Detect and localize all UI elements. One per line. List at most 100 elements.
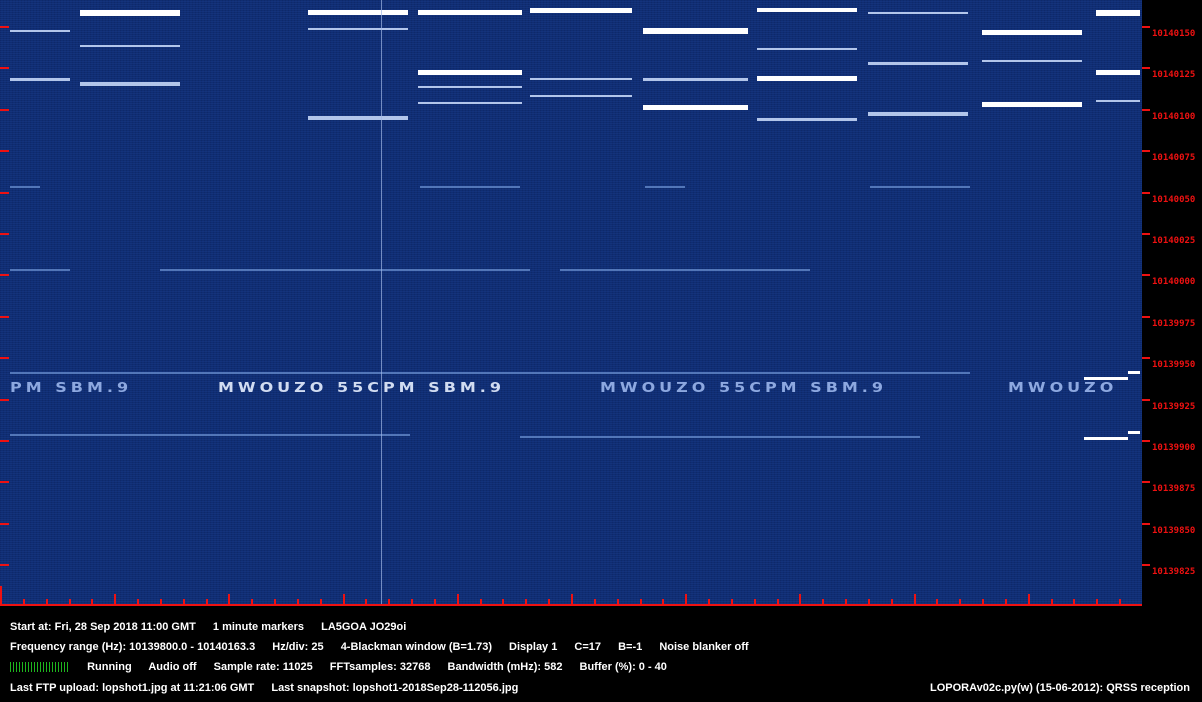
signal-trace [982, 60, 1082, 62]
frequency-tick [0, 481, 9, 483]
frequency-range: Frequency range (Hz): 10139800.0 - 10140… [10, 641, 256, 653]
time-tick [297, 599, 299, 604]
spectrogram-panel: PM SBM.9 MWOUZO 55CPM SBM.9 MWOUZO 55CPM… [0, 0, 1202, 619]
time-tick [1073, 599, 1075, 604]
beacon-ident: PM SBM.9 [10, 379, 133, 396]
carrier-trace [870, 186, 970, 188]
time-tick [457, 594, 459, 604]
time-tick [114, 594, 116, 604]
time-tick [1005, 599, 1007, 604]
frequency-axis [1142, 0, 1202, 606]
status-panel: Start at: Fri, 28 Sep 2018 11:00 GMT 1 m… [0, 606, 1202, 702]
noise-blanker-status: Noise blanker off [659, 641, 749, 653]
signal-trace [308, 10, 408, 15]
frequency-tick [1142, 274, 1150, 276]
time-tick [777, 599, 779, 604]
frequency-tick [1142, 233, 1150, 235]
time-tick [0, 594, 2, 604]
frequency-tick [1142, 192, 1150, 194]
time-tick [434, 599, 436, 604]
frequency-tick [0, 26, 9, 28]
time-tick [1119, 599, 1121, 604]
frequency-tick [0, 109, 9, 111]
time-tick [914, 594, 916, 604]
signal-trace [982, 102, 1082, 107]
frequency-label: 10140050 [1152, 195, 1196, 205]
carrier-trace [560, 269, 810, 271]
time-tick [799, 594, 801, 604]
frequency-tick [0, 150, 9, 152]
signal-trace [1096, 70, 1140, 75]
time-tick [69, 599, 71, 604]
frequency-tick [1142, 109, 1150, 111]
info-row-status: Running Audio off Sample rate: 11025 FFT… [10, 661, 681, 673]
carrier-trace [520, 436, 920, 438]
signal-trace [1128, 431, 1140, 434]
carrier-trace [10, 186, 40, 188]
time-tick [411, 599, 413, 604]
time-tick [845, 599, 847, 604]
signal-trace [643, 78, 748, 81]
frequency-label: 10140075 [1152, 153, 1196, 163]
frequency-label: 10140125 [1152, 70, 1196, 80]
signal-trace [418, 102, 522, 104]
last-ftp-upload: Last FTP upload: lopshot1.jpg at 11:21:0… [10, 682, 255, 694]
signal-trace [530, 78, 632, 80]
time-tick [46, 599, 48, 604]
time-tick [137, 599, 139, 604]
frequency-tick [0, 233, 9, 235]
frequency-label: 10139825 [1152, 567, 1196, 577]
time-tick [160, 599, 162, 604]
time-tick [274, 599, 276, 604]
time-tick [754, 599, 756, 604]
frequency-tick [1142, 26, 1150, 28]
last-snapshot: Last snapshot: lopshot1-2018Sep28-112056… [271, 682, 519, 694]
brightness-value: B=-1 [618, 641, 643, 653]
signal-trace [418, 70, 522, 75]
frequency-tick [1142, 357, 1150, 359]
frequency-label: 10139950 [1152, 360, 1196, 370]
signal-trace [530, 95, 632, 97]
time-tick [982, 599, 984, 604]
marker-interval: 1 minute markers [212, 621, 305, 633]
time-tick [183, 599, 185, 604]
time-tick [959, 599, 961, 604]
frequency-tick [1142, 440, 1150, 442]
frequency-tick [1142, 523, 1150, 525]
signal-trace [757, 48, 857, 50]
running-status: Running [87, 661, 132, 673]
time-tick [388, 599, 390, 604]
time-marker-line [381, 0, 382, 606]
time-tick [343, 594, 345, 604]
beacon-ident: MWOUZO [1008, 379, 1118, 396]
beacon-ident: MWOUZO 55CPM SBM.9 [600, 379, 888, 396]
frequency-tick [0, 192, 9, 194]
signal-trace [80, 45, 180, 47]
time-tick [365, 599, 367, 604]
beacon-ident: MWOUZO 55CPM SBM.9 [218, 379, 506, 396]
frequency-tick [0, 357, 9, 359]
time-tick [662, 599, 664, 604]
signal-trace [757, 118, 857, 121]
time-tick [480, 599, 482, 604]
time-tick [206, 599, 208, 604]
time-tick [320, 599, 322, 604]
fft-samples: FFTsamples: 32768 [329, 661, 431, 673]
frequency-label: 10140100 [1152, 112, 1196, 122]
start-time: Start at: Fri, 28 Sep 2018 11:00 GMT [10, 621, 196, 633]
signal-trace [1096, 10, 1140, 16]
time-tick [617, 599, 619, 604]
time-tick [1051, 599, 1053, 604]
frequency-tick [0, 440, 9, 442]
signal-trace [868, 62, 968, 65]
frequency-tick [1142, 67, 1150, 69]
frequency-label: 10140000 [1152, 277, 1196, 287]
signal-trace [868, 12, 968, 14]
frequency-label: 10139925 [1152, 402, 1196, 412]
signal-trace [757, 76, 857, 81]
signal-trace [1096, 100, 1140, 102]
frequency-label: 10140150 [1152, 29, 1196, 39]
frequency-tick [1142, 399, 1150, 401]
display-mode: Display 1 [509, 641, 558, 653]
frequency-label: 10139900 [1152, 443, 1196, 453]
